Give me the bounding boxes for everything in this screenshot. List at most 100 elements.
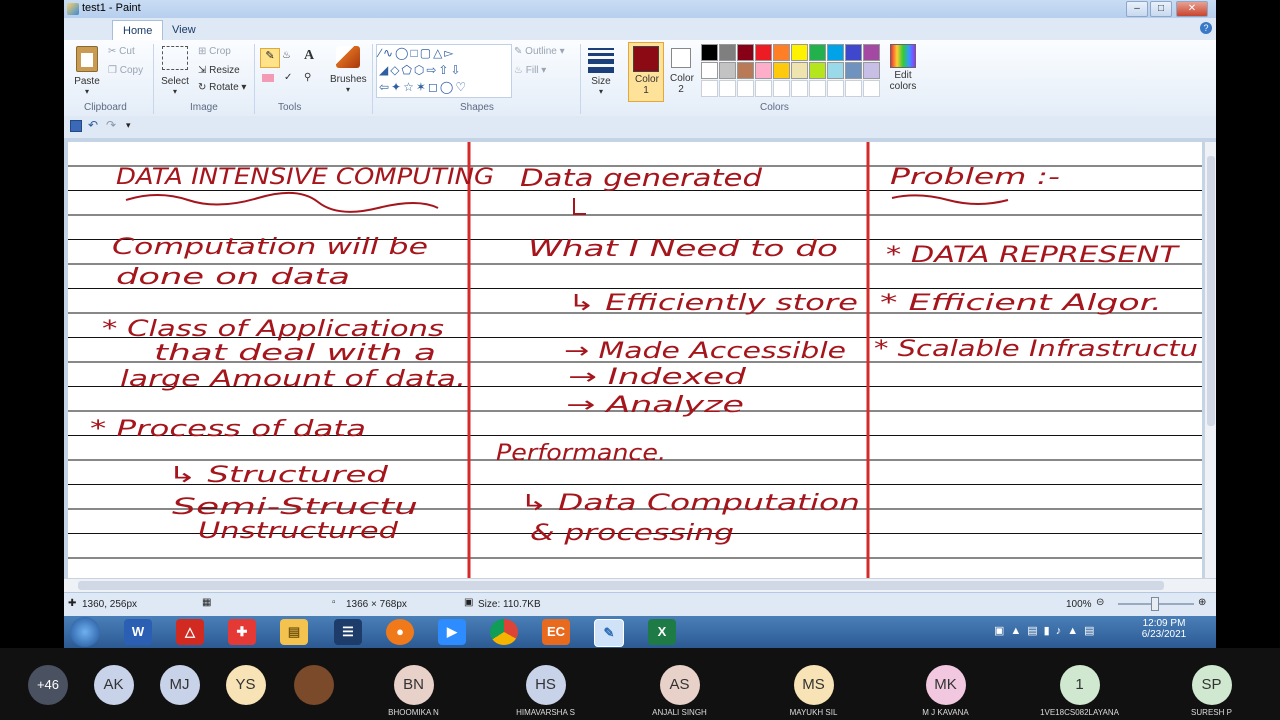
brush-icon xyxy=(336,46,360,68)
tab-view[interactable]: View xyxy=(162,20,206,40)
palette-swatch[interactable] xyxy=(827,44,844,61)
shapes-gallery[interactable]: ∕∿◯□▢△▻ ◢◇⬠⬡⇨⇧⇩ ⇦✦☆✶◻◯♡ xyxy=(376,44,512,98)
edit-colors-button[interactable]: Edit colors xyxy=(888,44,918,92)
system-tray-icons[interactable]: ▣▲▤▮♪▲▤ xyxy=(994,624,1101,637)
zoom-slider-thumb[interactable] xyxy=(1151,597,1159,611)
palette-empty-swatch[interactable] xyxy=(701,80,718,97)
col3-line-1: * DATA REPRESENT xyxy=(886,243,1180,268)
participant-name: MAYUKH SIL xyxy=(789,708,838,717)
cut-button[interactable]: ✂ Cut xyxy=(108,46,135,57)
crop-button[interactable]: ⊞ Crop xyxy=(198,46,231,57)
palette-empty-swatch[interactable] xyxy=(845,80,862,97)
palette-swatch[interactable] xyxy=(863,62,880,79)
app-orange-icon[interactable]: EC xyxy=(542,619,570,645)
palette-empty-swatch[interactable] xyxy=(773,80,790,97)
tab-home[interactable]: Home xyxy=(112,20,164,41)
palette-swatch[interactable] xyxy=(809,62,826,79)
resize-button[interactable]: ⇲ Resize xyxy=(198,65,240,76)
palette-swatch[interactable] xyxy=(701,44,718,61)
firefox-icon[interactable]: ● xyxy=(386,619,414,645)
color2-button[interactable]: Color 2 xyxy=(664,42,698,100)
zoom-out-button[interactable]: ⊝ xyxy=(1096,597,1104,608)
app-red-icon[interactable]: ✚ xyxy=(228,619,256,645)
acrobat-icon[interactable]: △ xyxy=(176,619,204,645)
palette-swatch[interactable] xyxy=(755,44,772,61)
palette-swatch[interactable] xyxy=(845,44,862,61)
palette-empty-swatch[interactable] xyxy=(809,80,826,97)
excel-icon[interactable]: X xyxy=(648,619,676,645)
pencil-icon: ✎ xyxy=(265,50,275,62)
palette-swatch[interactable] xyxy=(845,62,862,79)
media-icon[interactable]: ☰ xyxy=(334,619,362,645)
participant-tile[interactable]: AS ANJALI SINGH xyxy=(632,648,727,720)
participant-tile[interactable]: SP SURESH P xyxy=(1164,648,1259,720)
participant-tile[interactable]: BN BHOOMIKA N xyxy=(366,648,461,720)
start-button[interactable] xyxy=(70,617,100,647)
close-button[interactable]: ✕ xyxy=(1176,1,1208,17)
customize-qat-icon[interactable]: ▾ xyxy=(126,120,131,131)
participant-tile[interactable]: HS HIMAVARSHA S xyxy=(498,648,593,720)
palette-swatch[interactable] xyxy=(719,62,736,79)
palette-swatch[interactable] xyxy=(827,62,844,79)
word-icon[interactable]: W xyxy=(124,619,152,645)
participant-tile[interactable] xyxy=(266,648,361,720)
drawing-canvas[interactable]: DATA INTENSIVE COMPUTING Computation wil… xyxy=(68,142,1202,578)
copy-button[interactable]: ❐ Copy xyxy=(108,65,143,76)
minimize-button[interactable]: – xyxy=(1126,1,1148,17)
chrome-icon[interactable] xyxy=(490,619,518,645)
participant-tile[interactable]: MS MAYUKH SIL xyxy=(766,648,861,720)
help-icon[interactable]: ? xyxy=(1200,22,1212,34)
palette-empty-swatch[interactable] xyxy=(719,80,736,97)
horizontal-scrollbar[interactable] xyxy=(64,578,1216,593)
maximize-button[interactable]: □ xyxy=(1150,1,1172,17)
tools-group-label: Tools xyxy=(278,102,302,113)
color-picker-tool[interactable]: ✓ xyxy=(284,72,292,83)
palette-swatch[interactable] xyxy=(863,44,880,61)
palette-swatch[interactable] xyxy=(791,44,808,61)
palette-swatch[interactable] xyxy=(737,44,754,61)
palette-empty-swatch[interactable] xyxy=(791,80,808,97)
zoom-level: 100% xyxy=(1066,599,1092,610)
eraser-tool[interactable] xyxy=(262,74,274,85)
zoom-in-button[interactable]: ⊕ xyxy=(1198,597,1206,608)
palette-empty-swatch[interactable] xyxy=(827,80,844,97)
palette-swatch[interactable] xyxy=(809,44,826,61)
more-participants-button[interactable]: +46 xyxy=(28,665,68,705)
palette-swatch[interactable] xyxy=(737,62,754,79)
outline-dropdown[interactable]: ✎ Outline ▾ xyxy=(514,46,565,57)
participant-tile[interactable]: 1 1VE18CS082LAYANA xyxy=(1032,648,1127,720)
palette-empty-swatch[interactable] xyxy=(755,80,772,97)
fill-tool[interactable]: ♨ xyxy=(282,50,291,61)
vertical-scrollbar[interactable] xyxy=(1204,142,1216,578)
magnifier-tool[interactable]: ⚲ xyxy=(304,72,311,83)
col2-heading: Data generated xyxy=(520,164,763,192)
zoom-app-icon[interactable]: ▶ xyxy=(438,619,466,645)
file-explorer-icon[interactable]: ▤ xyxy=(280,619,308,645)
text-tool[interactable]: A xyxy=(304,48,314,64)
palette-swatch[interactable] xyxy=(755,62,772,79)
color1-button[interactable]: Color 1 xyxy=(628,42,664,102)
redo-icon[interactable]: ↷ xyxy=(106,118,116,132)
pencil-tool[interactable]: ✎ xyxy=(260,48,280,68)
palette-swatch[interactable] xyxy=(791,62,808,79)
paint-taskbar-icon[interactable]: ✎ xyxy=(594,619,624,647)
palette-empty-swatch[interactable] xyxy=(737,80,754,97)
save-icon[interactable] xyxy=(70,120,82,132)
palette-empty-swatch[interactable] xyxy=(863,80,880,97)
size-button[interactable]: Size ▾ xyxy=(586,46,616,96)
undo-icon[interactable]: ↶ xyxy=(88,118,98,132)
brushes-button[interactable]: Brushes ▾ xyxy=(330,46,367,94)
rotate-button[interactable]: ↻ Rotate ▾ xyxy=(198,82,246,93)
fill-dropdown[interactable]: ♨ Fill ▾ xyxy=(514,65,546,76)
clock[interactable]: 12:09 PM 6/23/2021 xyxy=(1136,618,1192,640)
participant-name: SURESH P xyxy=(1191,708,1232,717)
palette-swatch[interactable] xyxy=(719,44,736,61)
participant-tile[interactable]: MK M J KAVANA xyxy=(898,648,993,720)
window-title: test1 - Paint xyxy=(82,2,141,14)
palette-swatch[interactable] xyxy=(701,62,718,79)
palette-swatch[interactable] xyxy=(773,44,790,61)
participant-name: 1VE18CS082LAYANA xyxy=(1040,708,1119,717)
palette-swatch[interactable] xyxy=(773,62,790,79)
paste-button[interactable]: Paste ▾ xyxy=(72,44,102,96)
select-button[interactable]: Select ▾ xyxy=(160,46,190,96)
